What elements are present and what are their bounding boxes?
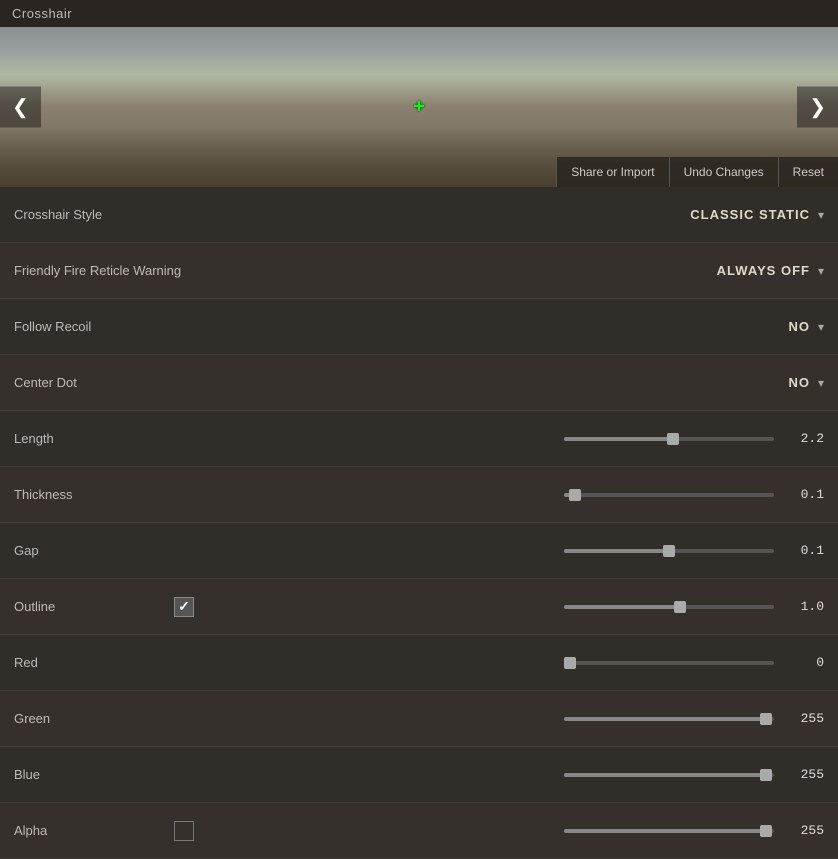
control-follow-recoil: NO ▾ <box>174 319 824 334</box>
setting-row-alpha: Alpha 255 <box>0 803 838 859</box>
label-follow-recoil: Follow Recoil <box>14 319 174 334</box>
slider-thumb-outline[interactable] <box>674 601 686 613</box>
slider-fill-length <box>564 437 673 441</box>
chevron-down-icon: ▾ <box>818 208 824 222</box>
control-crosshair-style: CLASSIC STATIC ▾ <box>174 207 824 222</box>
slider-thumb-thickness[interactable] <box>569 489 581 501</box>
slider-thumb-green[interactable] <box>760 713 772 725</box>
dropdown-value-friendly-fire: ALWAYS OFF <box>717 263 810 278</box>
preview-next-button[interactable]: ❯ <box>797 87 838 128</box>
title-bar: Crosshair <box>0 0 838 27</box>
slider-container-alpha: 255 <box>204 823 824 838</box>
setting-row-green: Green 255 <box>0 691 838 747</box>
label-alpha: Alpha <box>14 823 174 838</box>
dropdown-value-follow-recoil: NO <box>788 319 810 334</box>
slider-container-thickness: 0.1 <box>174 487 824 502</box>
control-thickness: 0.1 <box>174 487 824 502</box>
slider-thumb-length[interactable] <box>667 433 679 445</box>
slider-container-blue: 255 <box>174 767 824 782</box>
chevron-down-icon: ▾ <box>818 376 824 390</box>
preview-prev-button[interactable]: ❮ <box>0 87 41 128</box>
slider-container-gap: 0.1 <box>174 543 824 558</box>
setting-row-length: Length 2.2 <box>0 411 838 467</box>
page-title: Crosshair <box>12 6 72 21</box>
slider-fill-outline <box>564 605 680 609</box>
preview-area: ❮ ❯ Share or Import Undo Changes Reset <box>0 27 838 187</box>
slider-thumb-blue[interactable] <box>760 769 772 781</box>
slider-value-alpha: 255 <box>784 823 824 838</box>
slider-value-red: 0 <box>784 655 824 670</box>
label-center-dot: Center Dot <box>14 375 174 390</box>
slider-fill-green <box>564 717 766 721</box>
settings-area: Crosshair StyleCLASSIC STATIC▾Friendly F… <box>0 187 838 859</box>
setting-row-blue: Blue 255 <box>0 747 838 803</box>
setting-row-outline: Outline 1.0 <box>0 579 838 635</box>
slider-thumb-red[interactable] <box>564 657 576 669</box>
label-outline: Outline <box>14 599 174 614</box>
control-center-dot: NO ▾ <box>174 375 824 390</box>
control-red: 0 <box>174 655 824 670</box>
slider-container-green: 255 <box>174 711 824 726</box>
chevron-down-icon: ▾ <box>818 320 824 334</box>
slider-value-outline: 1.0 <box>784 599 824 614</box>
slider-track-thickness[interactable] <box>564 493 774 497</box>
slider-value-thickness: 0.1 <box>784 487 824 502</box>
setting-row-center-dot: Center Dot NO ▾ <box>0 355 838 411</box>
setting-row-gap: Gap 0.1 <box>0 523 838 579</box>
slider-container-length: 2.2 <box>174 431 824 446</box>
control-green: 255 <box>174 711 824 726</box>
label-blue: Blue <box>14 767 174 782</box>
slider-value-gap: 0.1 <box>784 543 824 558</box>
slider-container-red: 0 <box>174 655 824 670</box>
label-thickness: Thickness <box>14 487 174 502</box>
slider-fill-gap <box>564 549 669 553</box>
slider-track-length[interactable] <box>564 437 774 441</box>
slider-thumb-gap[interactable] <box>663 545 675 557</box>
slider-track-green[interactable] <box>564 717 774 721</box>
slider-value-blue: 255 <box>784 767 824 782</box>
control-gap: 0.1 <box>174 543 824 558</box>
control-friendly-fire: ALWAYS OFF ▾ <box>181 263 824 278</box>
setting-row-red: Red 0 <box>0 635 838 691</box>
label-length: Length <box>14 431 174 446</box>
setting-row-friendly-fire: Friendly Fire Reticle Warning ALWAYS OFF ▾ <box>0 243 838 299</box>
slider-track-blue[interactable] <box>564 773 774 777</box>
action-buttons-group: Share or Import Undo Changes Reset <box>556 157 838 187</box>
undo-changes-button[interactable]: Undo Changes <box>669 157 778 187</box>
label-friendly-fire: Friendly Fire Reticle Warning <box>14 263 181 278</box>
slider-fill-blue <box>564 773 766 777</box>
control-length: 2.2 <box>174 431 824 446</box>
chevron-left-icon: ❮ <box>12 97 29 119</box>
slider-track-alpha[interactable] <box>564 829 774 833</box>
dropdown-follow-recoil[interactable]: NO ▾ <box>788 319 824 334</box>
slider-fill-alpha <box>564 829 766 833</box>
checkbox-outline[interactable] <box>174 597 194 617</box>
slider-track-gap[interactable] <box>564 549 774 553</box>
slider-track-outline[interactable] <box>564 605 774 609</box>
chevron-right-icon: ❯ <box>809 97 826 119</box>
label-gap: Gap <box>14 543 174 558</box>
setting-row-follow-recoil: Follow Recoil NO ▾ <box>0 299 838 355</box>
dropdown-value-crosshair-style: CLASSIC STATIC <box>690 207 810 222</box>
slider-thumb-alpha[interactable] <box>760 825 772 837</box>
chevron-down-icon: ▾ <box>818 264 824 278</box>
dropdown-friendly-fire[interactable]: ALWAYS OFF ▾ <box>717 263 824 278</box>
reset-button[interactable]: Reset <box>778 157 838 187</box>
label-green: Green <box>14 711 174 726</box>
crosshair-preview <box>407 95 431 119</box>
control-blue: 255 <box>174 767 824 782</box>
label-red: Red <box>14 655 174 670</box>
setting-row-crosshair-style: Crosshair Style CLASSIC STATIC ▾ <box>0 187 838 243</box>
dropdown-crosshair-style[interactable]: CLASSIC STATIC ▾ <box>690 207 824 222</box>
slider-value-length: 2.2 <box>784 431 824 446</box>
share-import-button[interactable]: Share or Import <box>556 157 668 187</box>
control-outline: 1.0 <box>174 597 824 617</box>
setting-row-thickness: Thickness 0.1 <box>0 467 838 523</box>
slider-container-outline: 1.0 <box>204 599 824 614</box>
slider-track-red[interactable] <box>564 661 774 665</box>
dropdown-center-dot[interactable]: NO ▾ <box>788 375 824 390</box>
slider-value-green: 255 <box>784 711 824 726</box>
label-crosshair-style: Crosshair Style <box>14 207 174 222</box>
dropdown-value-center-dot: NO <box>788 375 810 390</box>
